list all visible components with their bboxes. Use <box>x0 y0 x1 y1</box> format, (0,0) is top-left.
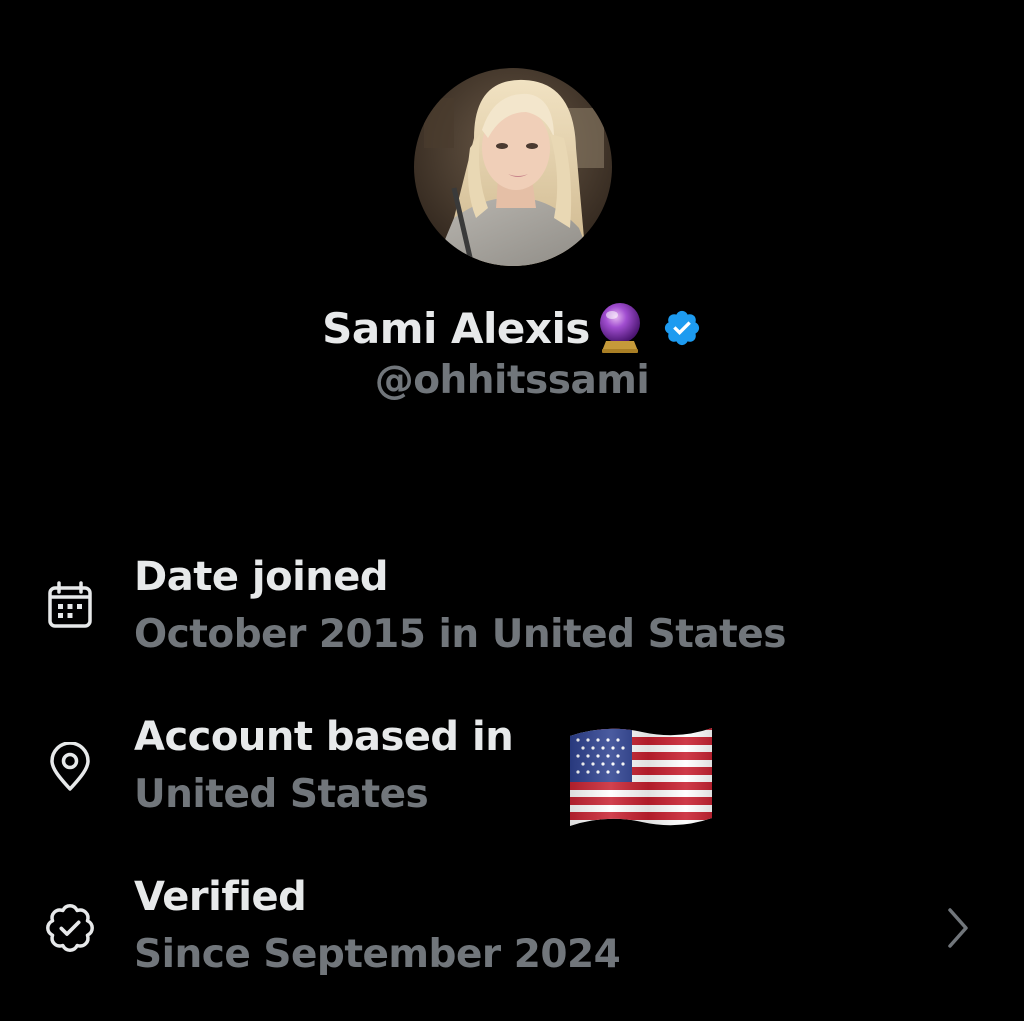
verified-badge-icon[interactable] <box>662 308 702 348</box>
date-joined-value: October 2015 in United States <box>134 612 786 657</box>
calendar-icon <box>44 580 96 632</box>
account-based-in-label: Account based in <box>134 714 514 760</box>
verified-badge-outline-icon <box>44 902 96 954</box>
us-flag-icon <box>566 722 716 834</box>
verified-label: Verified <box>134 874 307 920</box>
date-joined-label: Date joined <box>134 554 389 600</box>
chevron-right-icon[interactable] <box>938 904 978 952</box>
display-name: Sami Alexis <box>322 303 590 353</box>
profile-name-row: Sami Alexis <box>0 298 1024 358</box>
profile-handle: @ohhitssami <box>374 358 650 403</box>
crystal-ball-icon <box>596 301 644 355</box>
verified-since-value: Since September 2024 <box>134 932 621 977</box>
profile-avatar[interactable] <box>414 68 612 266</box>
location-pin-icon <box>44 741 96 794</box>
account-based-in-value: United States <box>134 772 429 817</box>
avatar-image <box>414 68 612 266</box>
